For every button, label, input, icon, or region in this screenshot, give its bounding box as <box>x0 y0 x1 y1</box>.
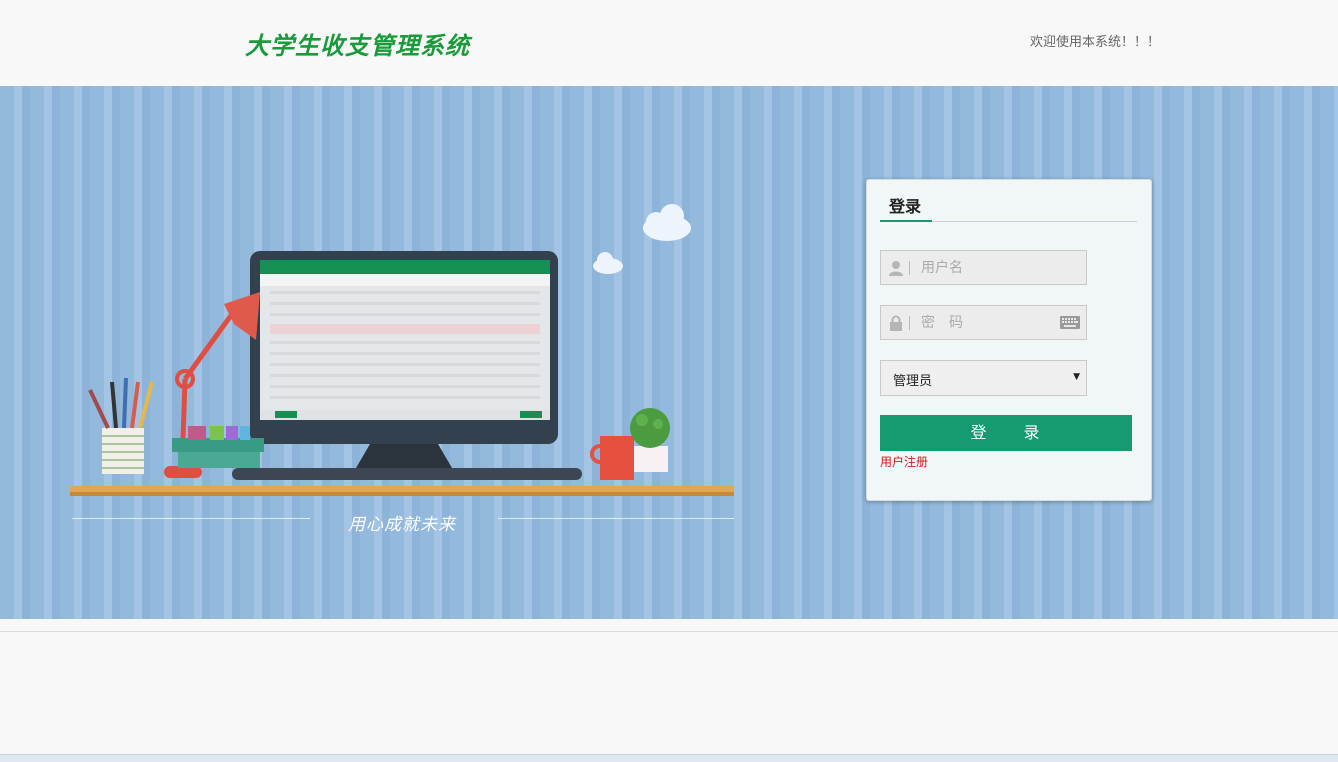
tagline-rule-left <box>72 518 310 519</box>
field-separator <box>909 316 910 330</box>
login-tab-title[interactable]: 登录 <box>889 193 921 217</box>
login-card: 登录 用户名 管理员 ▼ 登 录 用户注册 <box>866 179 1152 501</box>
active-tab-indicator <box>880 220 932 222</box>
login-button[interactable]: 登 录 <box>880 415 1132 451</box>
username-input[interactable] <box>921 257 1051 279</box>
hero-banner: 用心成就未来 登录 用户名 管理员 ▼ 登 录 用户注册 <box>0 86 1338 619</box>
username-field <box>880 250 1087 285</box>
password-input[interactable] <box>921 312 1051 334</box>
site-logo: 大学生收支管理系统 <box>245 31 470 60</box>
top-header: 大学生收支管理系统 欢迎使用本系统！！！ <box>0 0 1338 86</box>
field-separator <box>909 261 910 275</box>
role-selected-value: 管理员 <box>893 374 933 389</box>
desk-illustration <box>70 204 734 496</box>
hero-tagline: 用心成就未来 <box>348 515 456 535</box>
cloud-icon <box>593 204 691 274</box>
password-field <box>880 305 1087 340</box>
tagline-rule-right <box>498 518 734 519</box>
lock-icon <box>890 315 902 331</box>
keyboard-icon[interactable] <box>1060 316 1080 329</box>
welcome-text: 欢迎使用本系统！！！ <box>1030 35 1161 50</box>
register-link[interactable]: 用户注册 <box>880 453 928 470</box>
role-select[interactable]: 管理员 ▼ <box>880 360 1087 396</box>
user-icon <box>889 261 903 276</box>
chevron-down-icon: ▼ <box>1073 372 1080 382</box>
footer-divider <box>0 631 1338 632</box>
